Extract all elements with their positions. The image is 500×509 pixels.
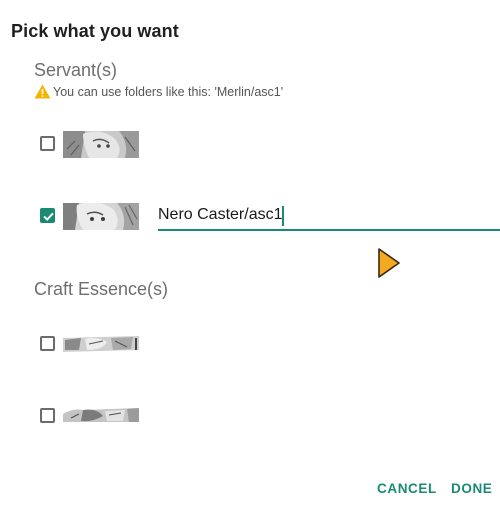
folder-hint: You can use folders like this: 'Merlin/a…	[34, 84, 283, 99]
done-button[interactable]: DONE	[451, 481, 492, 496]
mouse-pointer-icon	[376, 247, 402, 284]
cancel-button[interactable]: CANCEL	[377, 481, 437, 496]
craft-essences-heading: Craft Essence(s)	[34, 279, 169, 299]
craft-essence-checkbox[interactable]	[40, 408, 55, 423]
craft-essence-thumbnail	[63, 336, 139, 352]
checkmark-icon	[43, 212, 54, 221]
servant-thumbnail	[63, 203, 139, 230]
servant-checkbox-checked[interactable]	[40, 208, 55, 223]
craft-essence-checkbox[interactable]	[40, 336, 55, 351]
servant-checkbox[interactable]	[40, 136, 55, 151]
servants-heading: Servant(s)	[34, 60, 118, 80]
folder-name-value: Nero Caster/asc1	[158, 206, 283, 223]
craft-essence-thumbnail	[63, 408, 139, 424]
folder-hint-text: You can use folders like this: 'Merlin/a…	[53, 84, 284, 99]
text-caret	[282, 206, 284, 226]
warning-triangle-icon	[34, 84, 51, 99]
folder-name-input[interactable]: Nero Caster/asc1	[158, 203, 500, 231]
servant-thumbnail	[63, 131, 139, 158]
dialog-title: Pick what you want	[11, 21, 179, 41]
